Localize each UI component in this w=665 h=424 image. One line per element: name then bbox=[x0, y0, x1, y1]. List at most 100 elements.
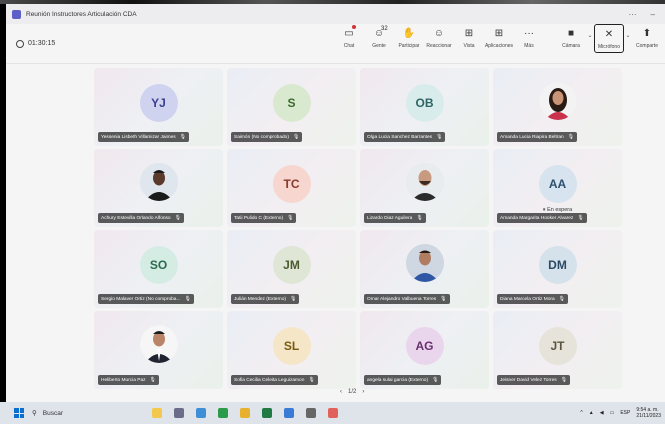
camera-button[interactable]: ■ Cámara bbox=[556, 26, 586, 53]
search-label: Buscar bbox=[42, 409, 63, 417]
participant-tile[interactable]: Heliberto Murcia Paz 🎙 bbox=[94, 311, 223, 389]
edge-icon[interactable] bbox=[196, 408, 206, 418]
apps-button[interactable]: ⊞ Aplicaciones bbox=[484, 26, 514, 53]
taskbar-clock[interactable]: 9:54 a. m. 21/11/2023 bbox=[636, 407, 661, 419]
participant-tile[interactable]: Amanda Lucia Riapira Beltran 🎙 bbox=[493, 68, 622, 146]
participant-tile[interactable]: JT Jeisner David Velez Torres 🎙 bbox=[493, 311, 622, 389]
participant-name: Sofia Cecilia Celeita Leguizamon bbox=[234, 377, 305, 383]
toolbar-actions: ▭ Chat ☺ 32 Gente ✋ Participar ☺ Reaccio… bbox=[334, 24, 662, 53]
hand-icon: ✋ bbox=[402, 27, 416, 39]
participant-tile[interactable]: YJ Yessenia Lisbeth Villamizar Jaimes 🎙 bbox=[94, 68, 223, 146]
system-tray: ^ ▲ ◀ ▭ ESP 9:54 a. m. 21/11/2023 bbox=[580, 407, 661, 419]
elapsed-time: 01:30:15 bbox=[28, 40, 56, 47]
store-icon[interactable] bbox=[262, 408, 272, 418]
participant-name-bar: Amanda Margarita Hooker Alvarez 🎙 bbox=[497, 213, 587, 223]
muted-mic-icon: 🎙 bbox=[558, 296, 566, 302]
participant-tile[interactable]: Omar Alejandro Valbuena Torres 🎙 bbox=[360, 230, 489, 308]
next-page-icon[interactable]: › bbox=[362, 389, 364, 395]
participant-tile[interactable]: Lizardo Diaz Aguilera 🎙 bbox=[360, 149, 489, 227]
participant-tile[interactable]: AG angela sulai garcia (Externo) 🎙 bbox=[360, 311, 489, 389]
share-button[interactable]: ⬆ Comparte bbox=[632, 26, 662, 53]
screen: Reunión Instructores Articulación CDA ··… bbox=[0, 0, 665, 424]
participant-photo bbox=[405, 244, 444, 282]
title-bar: Reunión Instructores Articulación CDA ··… bbox=[6, 4, 665, 24]
more-label: Más bbox=[524, 43, 534, 49]
minimize-icon[interactable]: – bbox=[651, 10, 655, 19]
network-icon[interactable]: ▲ bbox=[589, 410, 594, 416]
participant-tile[interactable]: OB Olga Lucia Sanchez Barrantes 🎙 bbox=[360, 68, 489, 146]
widgets-icon[interactable] bbox=[152, 408, 162, 418]
microphone-button[interactable]: ✕ Micrófono bbox=[594, 24, 624, 53]
prev-page-icon[interactable]: ‹ bbox=[340, 389, 342, 395]
muted-mic-icon: 🎙 bbox=[308, 377, 315, 383]
participant-name: Olga Lucia Sanchez Barrantes bbox=[367, 134, 433, 140]
settings-icon[interactable] bbox=[306, 408, 316, 418]
participant-tile[interactable]: JM Julián Mendez (Externo) 🎙 bbox=[227, 230, 356, 308]
participant-name: Yessenia Lisbeth Villamizar Jaimes bbox=[101, 134, 176, 140]
participant-tile[interactable]: SL Sofia Cecilia Celeita Leguizamon 🎙 bbox=[227, 311, 356, 389]
react-button[interactable]: ☺ Reaccionar bbox=[424, 26, 454, 53]
participant-name-bar: Heliberto Murcia Paz 🎙 bbox=[98, 375, 159, 385]
teams-taskbar-icon[interactable] bbox=[328, 408, 338, 418]
teams-meeting-window: Reunión Instructores Articulación CDA ··… bbox=[6, 4, 665, 402]
muted-mic-icon: 🎙 bbox=[287, 215, 294, 221]
participant-avatar: S bbox=[272, 84, 311, 122]
file-explorer-icon[interactable] bbox=[240, 408, 250, 418]
participant-name-bar: Tatii Pulido C (Externo) 🎙 bbox=[231, 213, 297, 223]
participant-tile[interactable]: SO Sergio Malaver Ortiz (No comproba... 🎙 bbox=[94, 230, 223, 308]
more-button[interactable]: ··· Más bbox=[514, 26, 544, 53]
smiley-icon: ☺ bbox=[433, 27, 445, 39]
task-view-icon[interactable] bbox=[174, 408, 184, 418]
battery-icon[interactable]: ▭ bbox=[610, 410, 615, 416]
window-title: Reunión Instructores Articulación CDA bbox=[26, 10, 137, 18]
participant-photo bbox=[139, 325, 178, 363]
windows-start-icon[interactable] bbox=[14, 408, 24, 418]
camera-options-chevron-icon[interactable]: ⌄ bbox=[586, 32, 594, 39]
participant-name: angela sulai garcia (Externo) bbox=[367, 377, 429, 383]
participant-name-bar: Olga Lucia Sanchez Barrantes 🎙 bbox=[364, 132, 446, 142]
participant-name: Diana Marcela Ortiz Mora bbox=[500, 296, 555, 302]
participant-name-bar: Julián Mendez (Externo) 🎙 bbox=[231, 294, 300, 304]
people-label: Gente bbox=[372, 43, 386, 49]
participant-avatar: JM bbox=[272, 246, 311, 284]
chrome-icon[interactable] bbox=[218, 408, 228, 418]
ellipsis-icon: ··· bbox=[524, 27, 534, 39]
taskbar-search[interactable]: ⚲ Buscar bbox=[32, 409, 122, 418]
participant-tile[interactable]: TC Tatii Pulido C (Externo) 🎙 bbox=[227, 149, 356, 227]
participant-avatar: AA bbox=[538, 165, 577, 203]
clock-date: 21/11/2023 bbox=[636, 413, 661, 419]
participant-name-bar: angela sulai garcia (Externo) 🎙 bbox=[364, 375, 442, 385]
participant-tile[interactable]: Achury Estevilla Orlando Alfonso 🎙 bbox=[94, 149, 223, 227]
language-indicator[interactable]: ESP bbox=[620, 410, 630, 416]
participant-tile[interactable]: S Saimón (No comprobado) 🎙 bbox=[227, 68, 356, 146]
view-button[interactable]: ⊞ Vista bbox=[454, 26, 484, 53]
participant-avatar: SO bbox=[139, 246, 178, 284]
muted-mic-icon: 🎙 bbox=[577, 215, 584, 221]
react-label: Reaccionar bbox=[426, 43, 452, 49]
participant-avatar: JT bbox=[538, 327, 577, 365]
participant-name-bar: Diana Marcela Ortiz Mora 🎙 bbox=[497, 294, 569, 304]
more-options-icon[interactable]: ··· bbox=[629, 10, 637, 19]
chat-button[interactable]: ▭ Chat bbox=[334, 25, 364, 53]
raise-hand-button[interactable]: ✋ Participar bbox=[394, 26, 424, 53]
participant-name-bar: Omar Alejandro Valbuena Torres 🎙 bbox=[364, 294, 450, 304]
mic-options-chevron-icon[interactable]: ⌄ bbox=[624, 32, 632, 39]
participant-avatar: DM bbox=[538, 246, 577, 284]
participant-name-bar: Lizardo Diaz Aguilera 🎙 bbox=[364, 213, 426, 223]
mail-icon[interactable] bbox=[284, 408, 294, 418]
participant-name: Lizardo Diaz Aguilera bbox=[367, 215, 413, 221]
people-button[interactable]: ☺ 32 Gente bbox=[364, 26, 394, 53]
participant-name: Jeisner David Velez Torres bbox=[500, 377, 557, 383]
volume-icon[interactable]: ◀ bbox=[600, 410, 604, 416]
participant-name-bar: Yessenia Lisbeth Villamizar Jaimes 🎙 bbox=[98, 132, 190, 142]
muted-mic-icon: 🎙 bbox=[567, 134, 575, 140]
participant-tile[interactable]: DM Diana Marcela Ortiz Mora 🎙 bbox=[493, 230, 622, 308]
tray-chevron-icon[interactable]: ^ bbox=[580, 410, 582, 416]
participant-tile[interactable]: AA ⏸ En espera Amanda Margarita Hooker Alv… bbox=[493, 149, 622, 227]
participant-avatar: TC bbox=[272, 165, 311, 203]
windows-taskbar: ⚲ Buscar ^ ▲ ◀ ▭ ESP 9:54 a. m. 21/11/20… bbox=[0, 402, 665, 424]
camera-label: Cámara bbox=[562, 43, 580, 49]
participant-photo bbox=[139, 163, 178, 201]
participant-name-bar: Jeisner David Velez Torres 🎙 bbox=[497, 375, 571, 385]
muted-mic-icon: 🎙 bbox=[179, 134, 187, 140]
